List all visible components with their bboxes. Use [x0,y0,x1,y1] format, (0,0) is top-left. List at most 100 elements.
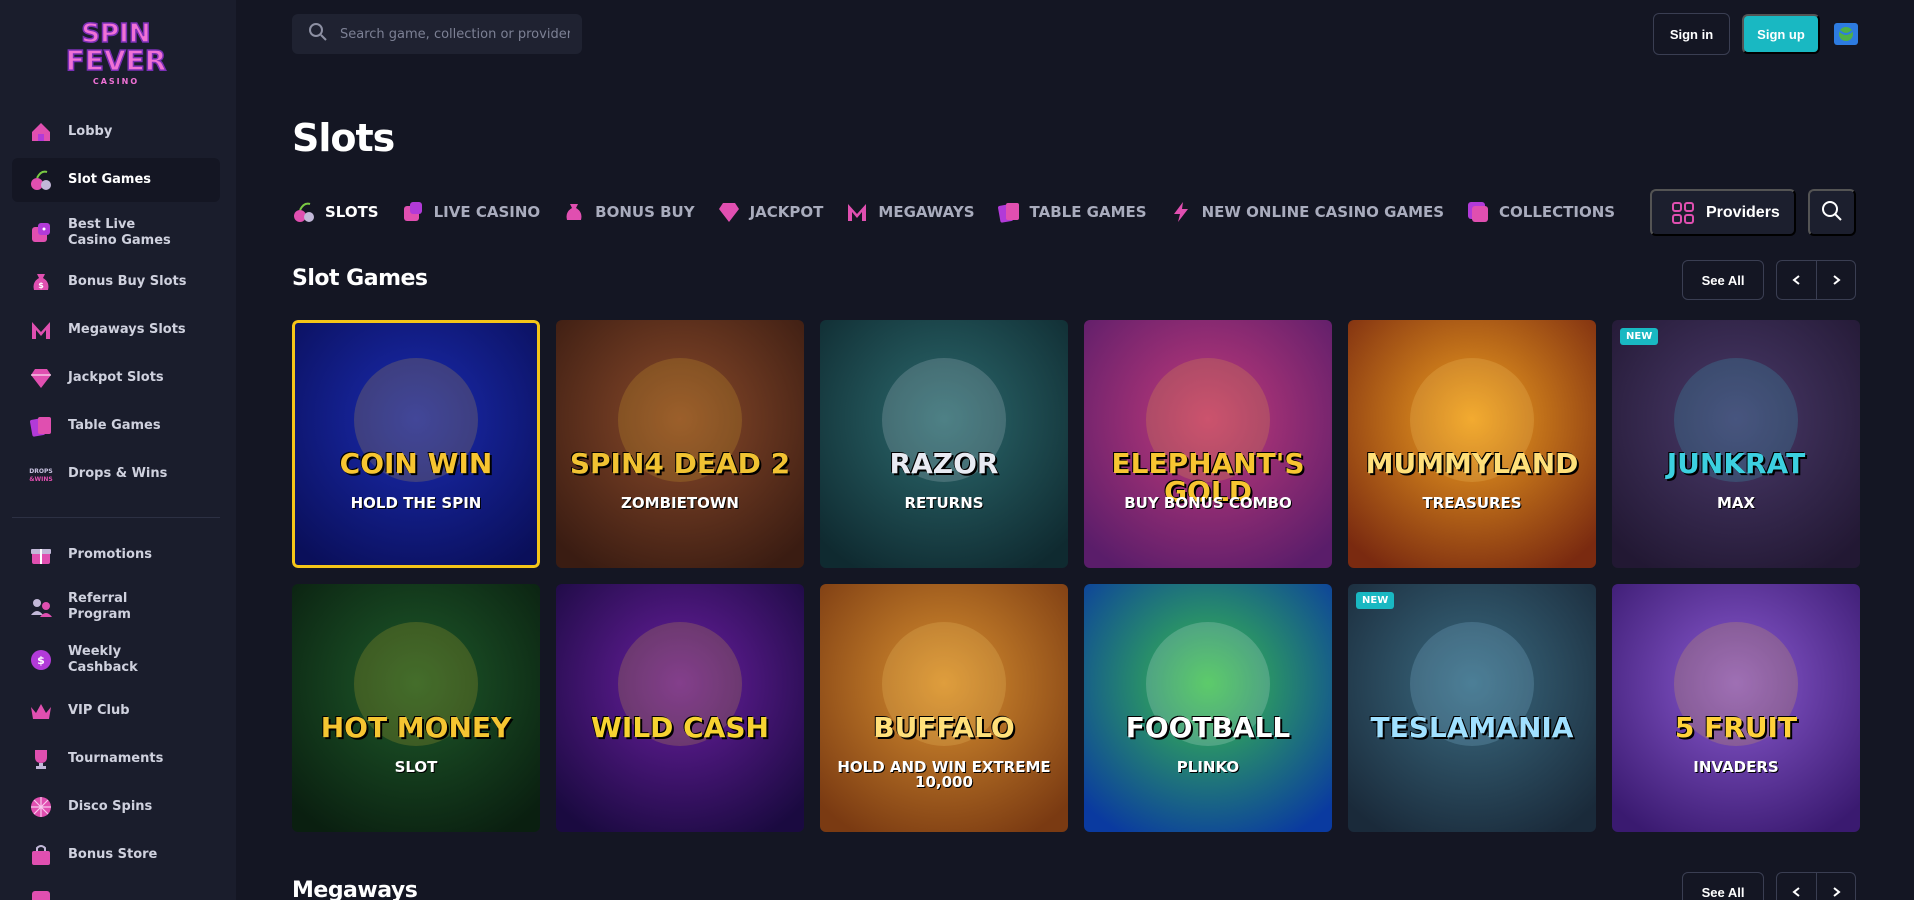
sidebar-item-bonus-store[interactable]: Bonus Store [12,841,220,869]
chevron-left-icon[interactable] [1777,261,1816,299]
providers-label: Providers [1706,203,1780,221]
game-subtitle: INVADERS [1693,758,1779,776]
diamond-icon [28,365,54,391]
sidebar-item-label: Drops & Wins [68,466,168,481]
game-subtitle: TREASURES [1422,494,1522,512]
game-tile[interactable]: SPIN4 DEAD 2 ZOMBIETOWN [556,320,804,568]
sidebar-item-label: Best Live Casino Games [68,217,171,248]
sidebar-item-referral[interactable]: Referral Program [12,590,220,624]
sidebar-item-lobby[interactable]: Lobby [12,118,220,146]
sidebar-item-label: Referral Program [68,591,131,622]
svg-text:&WINS: &WINS [29,476,52,483]
cherry-icon [28,167,54,193]
game-tile[interactable]: RAZOR RETURNS [820,320,1068,568]
sidebar-divider [12,517,220,518]
carousel-arrows [1776,260,1856,300]
spin-fever-logo[interactable]: SPIN FEVER CASINO [50,14,182,88]
megaways-icon [28,317,54,343]
game-tile[interactable]: 5 FRUIT INVADERS [1612,584,1860,832]
language-flag-icon[interactable] [1834,23,1858,45]
see-all-button[interactable]: See All [1682,872,1764,900]
sidebar-item-disco-spins[interactable]: Disco Spins [12,793,220,821]
tab-new-games[interactable]: NEW ONLINE CASINO GAMES [1169,200,1444,224]
tab-label: COLLECTIONS [1499,203,1616,221]
sidebar-item-cashback[interactable]: $ Weekly Cashback [12,643,220,677]
sidebar-item-vip-club[interactable]: VIP Club [12,697,220,725]
sidebar-item-slot-games[interactable]: Slot Games [12,158,220,202]
game-title: SPIN4 DEAD 2 [569,447,791,480]
game-title: RAZOR [889,447,999,480]
game-artwork [1612,584,1860,832]
game-tile[interactable]: HOT MONEY Slot [292,584,540,832]
tab-jackpot[interactable]: JACKPOT [717,200,824,224]
search-bar[interactable] [292,14,582,54]
cards-icon [997,200,1021,224]
svg-text:DROPS: DROPS [29,468,52,475]
carousel-arrows [1776,872,1856,900]
sidebar-item-label: Weekly Cashback [68,644,138,675]
chevron-right-icon[interactable] [1816,261,1855,299]
tab-megaways[interactable]: MEGAWAYS [845,200,975,224]
svg-text:$: $ [38,281,44,290]
megaways-icon [845,200,869,224]
game-tile[interactable]: JUNKRAT MAX NEW [1612,320,1860,568]
cards-icon [28,413,54,439]
game-tile[interactable]: ELEPHANT'S GOLD BUY BONUS COMBO [1084,320,1332,568]
game-artwork [1348,584,1596,832]
see-all-button[interactable]: See All [1682,260,1764,300]
game-subtitle: Slot [394,758,438,776]
tab-label: JACKPOT [749,203,824,221]
category-tabs: SLOTS LIVE CASINO BONUS BUY JACKPOT MEGA… [292,198,1637,226]
sidebar-item-drops-wins[interactable]: DROPS &WINS Drops & Wins [12,460,220,488]
tab-collections[interactable]: COLLECTIONS [1466,200,1615,224]
game-artwork [1084,584,1332,832]
sidebar-item-label: Lobby [68,124,113,139]
chevron-left-icon[interactable] [1777,873,1816,900]
sidebar-item-live-casino[interactable]: Best Live Casino Games [12,216,220,250]
sidebar-item-table-games[interactable]: Table Games [12,412,220,440]
game-tile[interactable]: MUMMYLAND TREASURES [1348,320,1596,568]
sign-in-button[interactable]: Sign in [1653,13,1730,55]
drops-wins-icon: DROPS &WINS [28,461,54,487]
sidebar-item-bonus-buy[interactable]: $ Bonus Buy Slots [12,268,220,296]
sidebar-item-promotions[interactable]: Promotions [12,541,220,569]
game-tile[interactable]: COIN WIN HOLD THE SPIN [292,320,540,568]
game-subtitle: ZOMBIETOWN [621,494,739,512]
collections-icon [1466,200,1490,224]
tab-slots[interactable]: SLOTS [292,200,379,224]
shopping-bag-icon [28,842,54,868]
providers-button[interactable]: Providers [1650,189,1796,236]
chevron-right-icon[interactable] [1816,873,1855,900]
svg-text:FEVER: FEVER [66,44,167,77]
search-button[interactable] [1808,189,1856,236]
sidebar-item-jackpot[interactable]: Jackpot Slots [12,364,220,392]
sidebar-item-label: Promotions [68,547,152,562]
sidebar-partial-icon [28,887,54,900]
search-input[interactable] [340,26,570,42]
game-tile[interactable]: BUFFALO HOLD AND WIN EXTREME 10,000 [820,584,1068,832]
section-title-megaways: Megaways [292,878,418,900]
tab-live-casino[interactable]: LIVE CASINO [401,200,540,224]
sidebar-item-tournaments[interactable]: Tournaments [12,745,220,773]
tab-table-games[interactable]: TABLE GAMES [997,200,1147,224]
section-title-slot-games: Slot Games [292,266,428,291]
sidebar-item-label: Bonus Store [68,847,158,862]
game-tile[interactable]: Wild CASH [556,584,804,832]
gift-icon [28,542,54,568]
game-title: 5 FRUIT [1674,711,1798,744]
game-subtitle: RETURNS [904,494,984,512]
game-subtitle: PLINKO [1176,758,1240,776]
grid-icon [1672,201,1694,224]
sidebar-item-megaways[interactable]: Megaways Slots [12,316,220,344]
sidebar-item-label: Megaways Slots [68,322,186,337]
sidebar-item-partial[interactable] [12,886,220,900]
tab-bonus-buy[interactable]: BONUS BUY [562,200,695,224]
sign-up-button[interactable]: Sign up [1742,14,1820,54]
tab-label: SLOTS [325,203,379,221]
game-tile[interactable]: FOOTBALL PLINKO [1084,584,1332,832]
game-artwork [1084,320,1332,568]
game-tile[interactable]: TESLAMANIA NEW [1348,584,1596,832]
diamond-icon [717,200,741,224]
game-title: BUFFALO [873,711,1015,744]
game-title: JUNKRAT [1666,447,1806,480]
